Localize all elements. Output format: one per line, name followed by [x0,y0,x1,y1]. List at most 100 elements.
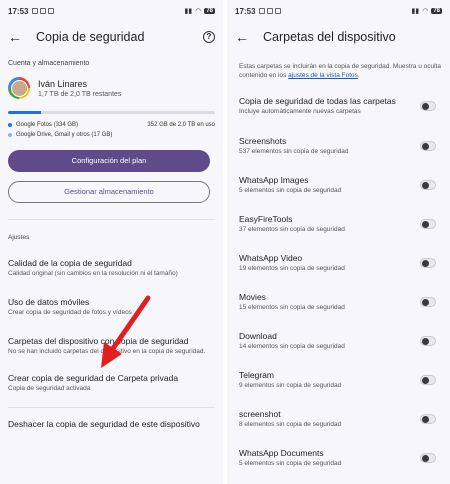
setting-title: Crear copia de seguridad de Carpeta priv… [8,373,179,383]
folder-name: Screenshots [239,136,287,146]
page-title: Copia de seguridad [36,30,145,44]
status-time: 17:53 [235,6,256,16]
notification-icon [32,8,39,14]
wifi-icon: ◠ [195,8,202,15]
system-icons: ▮▮ ◠ 78 [411,7,442,15]
app-bar: ← Carpetas del dispositivo [227,22,450,52]
all-folders-toggle[interactable] [420,100,436,111]
notification-icon [48,8,55,14]
account-section-label: Cuenta y almacenamiento [8,60,90,67]
folder-name: Movies [239,292,266,302]
arrow-back-icon[interactable]: ← [235,29,257,45]
manage-storage-button[interactable]: Gestionar almacenamiento [8,181,210,203]
folder-row[interactable]: screenshot 8 elementos sin copia de segur… [239,409,436,428]
setting-undo-backup[interactable]: Deshacer la copia de seguridad de este d… [0,419,223,429]
folder-row[interactable]: Movies 15 elementos sin copia de segurida… [239,292,436,311]
all-folders-subtitle: Incluye automáticamente nuevas carpetas [239,108,361,115]
signal-icon: ▮▮ [184,8,193,15]
folder-row[interactable]: WhatsApp Images 5 elementos sin copia de … [239,175,436,194]
wifi-icon: ◠ [422,8,429,15]
system-icons: ▮▮ ◠ 78 [184,7,215,15]
notification-icons [32,8,55,14]
setting-device-folders[interactable]: Carpetas del dispositivo con copia de se… [0,336,223,356]
storage-remaining: 1,7 TB de 2,0 TB restantes [38,90,122,98]
all-folders-title: Copia de seguridad de todas las carpetas [239,96,396,106]
settings-section-label: Ajustes [8,234,30,241]
folder-row[interactable]: Screenshots 537 elementos sin copia de se… [239,136,436,155]
folder-row[interactable]: Download 14 elementos sin copia de seguri… [239,331,436,350]
signal-icon: ▮▮ [411,8,420,15]
folder-count: 15 elementos sin copia de seguridad [239,304,345,311]
folder-count: 9 elementos sin copia de seguridad [239,382,342,389]
notification-icon [267,8,274,14]
account-name: Iván Linares [38,78,88,89]
notification-icon [40,8,47,14]
setting-title: Uso de datos móviles [8,297,90,307]
battery-icon: 78 [431,8,442,14]
folder-count: 19 elementos sin copia de seguridad [239,265,345,272]
folder-count: 5 elementos sin copia de seguridad [239,460,342,467]
folder-toggle[interactable] [420,335,436,346]
folder-toggle[interactable] [420,296,436,307]
backup-screen: 17:53 ▮▮ ◠ 78 ← Copia de seguridad ? Cue… [0,0,223,484]
other-dot-icon [8,133,12,137]
setting-mobile-data[interactable]: Uso de datos móviles Crear copia de segu… [0,297,223,317]
setting-title: Carpetas del dispositivo con copia de se… [8,336,189,346]
folder-count: 37 elementos sin copia de seguridad [239,226,345,233]
folder-name: Telegram [239,370,274,380]
folder-name: WhatsApp Images [239,175,309,185]
setting-title: Deshacer la copia de seguridad de este d… [8,419,200,429]
plan-settings-button[interactable]: Configuración del plan [8,150,210,172]
notification-icons [259,8,282,14]
all-folders-toggle-row[interactable]: Copia de seguridad de todas las carpetas… [239,96,436,115]
status-time: 17:53 [8,6,29,16]
photos-view-settings-link[interactable]: ajustes de la vista Fotos [288,72,358,79]
folder-toggle[interactable] [420,452,436,463]
storage-legend-photos: Google Fotos (334 GB) 352 GB de 2,0 TB e… [0,120,223,130]
status-bar: 17:53 ▮▮ ◠ 78 [0,0,223,22]
other-storage-label: Google Drive, Gmail y otros (17 GB) [16,132,113,138]
storage-usage-text: 352 GB de 2,0 TB en uso [147,122,215,128]
photos-storage-label: Google Fotos (334 GB) [16,122,79,128]
app-bar: ← Copia de seguridad ? [0,22,223,52]
folder-toggle[interactable] [420,257,436,268]
folder-toggle[interactable] [420,413,436,424]
storage-usage-bar [8,111,215,114]
folder-toggle[interactable] [420,140,436,151]
arrow-back-icon[interactable]: ← [8,29,30,45]
setting-title: Calidad de la copia de seguridad [8,258,132,268]
setting-subtitle: Copia de seguridad activada [8,385,91,392]
photos-dot-icon [8,123,12,127]
storage-legend-other: Google Drive, Gmail y otros (17 GB) [0,130,223,140]
storage-usage-fill [8,111,42,114]
folder-count: 14 elementos sin copia de seguridad [239,343,345,350]
folder-row[interactable]: WhatsApp Documents 5 elementos sin copia … [239,448,436,467]
battery-icon: 78 [204,8,215,14]
notification-icon [275,8,282,14]
folder-row[interactable]: Telegram 9 elementos sin copia de segurid… [239,370,436,389]
folder-name: WhatsApp Video [239,253,303,263]
folder-toggle[interactable] [420,179,436,190]
page-title: Carpetas del dispositivo [263,30,396,44]
folder-name: EasyFireTools [239,214,293,224]
folder-count: 537 elementos sin copia de seguridad [239,148,349,155]
intro-text: Estas carpetas se incluirán en la copia … [227,52,450,80]
folder-row[interactable]: WhatsApp Video 19 elementos sin copia de … [239,253,436,272]
help-icon[interactable]: ? [203,31,215,43]
status-bar: 17:53 ▮▮ ◠ 78 [227,0,450,22]
setting-backup-quality[interactable]: Calidad de la copia de seguridad Calidad… [0,258,223,278]
account-row[interactable]: Iván Linares 1,7 TB de 2,0 TB restantes [0,73,223,103]
setting-private-folder[interactable]: Crear copia de seguridad de Carpeta priv… [0,373,223,393]
folder-toggle[interactable] [420,374,436,385]
folder-row[interactable]: EasyFireTools 37 elementos sin copia de s… [239,214,436,233]
folder-count: 8 elementos sin copia de seguridad [239,421,342,428]
divider [8,407,215,408]
avatar [8,77,30,99]
folder-name: screenshot [239,409,281,419]
folder-toggle[interactable] [420,218,436,229]
setting-subtitle: No se han incluido carpetas del disposit… [8,348,206,355]
folder-name: Download [239,331,277,341]
notification-icon [259,8,266,14]
setting-subtitle: Crear copia de seguridad de fotos y víde… [8,309,132,316]
folder-count: 5 elementos sin copia de seguridad [239,187,342,194]
